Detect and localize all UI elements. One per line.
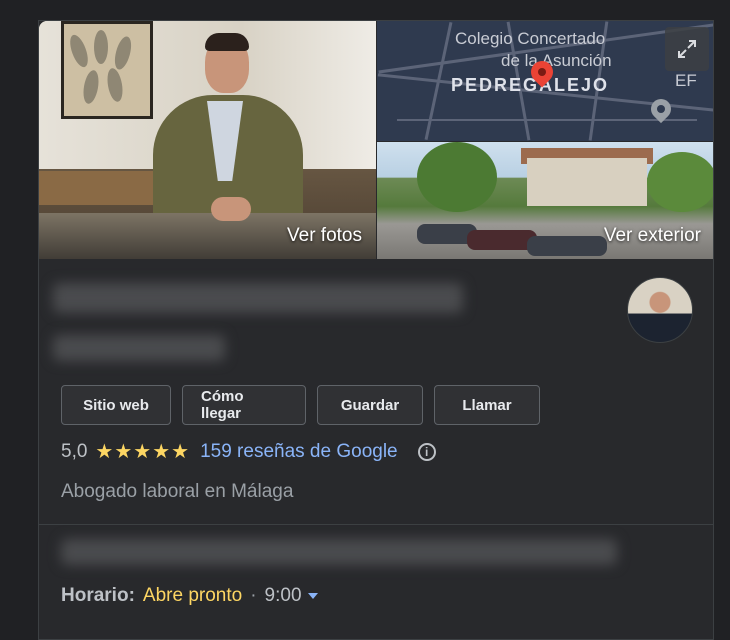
wall-art	[61, 21, 153, 119]
rating-row: 5,0 ★★★★★ 159 reseñas de Google i	[61, 439, 436, 464]
hours-label: Horario:	[61, 585, 135, 606]
map-district-label: PEDREGALEJO	[451, 75, 610, 95]
info-icon[interactable]: i	[417, 442, 436, 461]
divider	[39, 524, 713, 525]
house	[527, 158, 647, 206]
view-exterior-label: Ver exterior	[603, 225, 701, 246]
art-leaf	[105, 67, 125, 103]
map-road	[397, 119, 697, 121]
call-button[interactable]: Llamar	[434, 385, 540, 425]
car	[527, 236, 607, 256]
business-panel: Ver fotos Colegio Concertado de la Asunc…	[38, 20, 714, 640]
map-tile[interactable]: Colegio Concertado de la Asunción PEDREG…	[377, 21, 713, 141]
address-redacted	[61, 539, 617, 565]
person-hair	[205, 33, 249, 51]
website-button[interactable]: Sitio web	[61, 385, 171, 425]
expand-icon	[678, 40, 696, 58]
reviews-link[interactable]: 159 reseñas de Google	[200, 441, 398, 463]
art-leaf	[111, 34, 135, 72]
hours-time: 9:00	[264, 585, 302, 606]
save-button[interactable]: Guardar	[317, 385, 423, 425]
action-buttons: Sitio web Cómo llegar Guardar Llamar	[61, 385, 540, 425]
hours-separator: ·	[250, 585, 257, 606]
shelf	[39, 171, 159, 205]
photos-tile[interactable]: Ver fotos	[39, 21, 376, 259]
hours-status: Abre pronto	[142, 585, 243, 606]
art-leaf	[81, 69, 101, 105]
star-rating-icon: ★★★★★	[95, 441, 191, 463]
art-leaf	[94, 30, 108, 64]
rating-value: 5,0	[61, 440, 88, 462]
directions-button[interactable]: Cómo llegar	[182, 385, 306, 425]
map-place-label: de la Asunción	[501, 51, 612, 70]
tree	[417, 142, 497, 212]
business-category: Abogado laboral en Málaga	[61, 481, 294, 502]
view-photos-label: Ver fotos	[287, 225, 362, 246]
caret-down-icon	[307, 593, 318, 599]
business-avatar[interactable]	[627, 277, 693, 343]
map-place-label: Colegio Concertado	[455, 29, 606, 48]
hours-dropdown[interactable]: 9:00	[265, 585, 318, 607]
business-subtitle-redacted	[53, 335, 225, 361]
map-corner-label: EF	[675, 71, 697, 90]
art-leaf	[66, 32, 92, 70]
business-name-redacted	[53, 283, 463, 313]
hours-row: Horario: Abre pronto · 9:00	[61, 585, 318, 607]
expand-map-button[interactable]	[665, 27, 709, 71]
street-view-tile[interactable]: Ver exterior	[377, 142, 713, 259]
person-hands	[211, 197, 251, 221]
tree	[647, 152, 713, 212]
